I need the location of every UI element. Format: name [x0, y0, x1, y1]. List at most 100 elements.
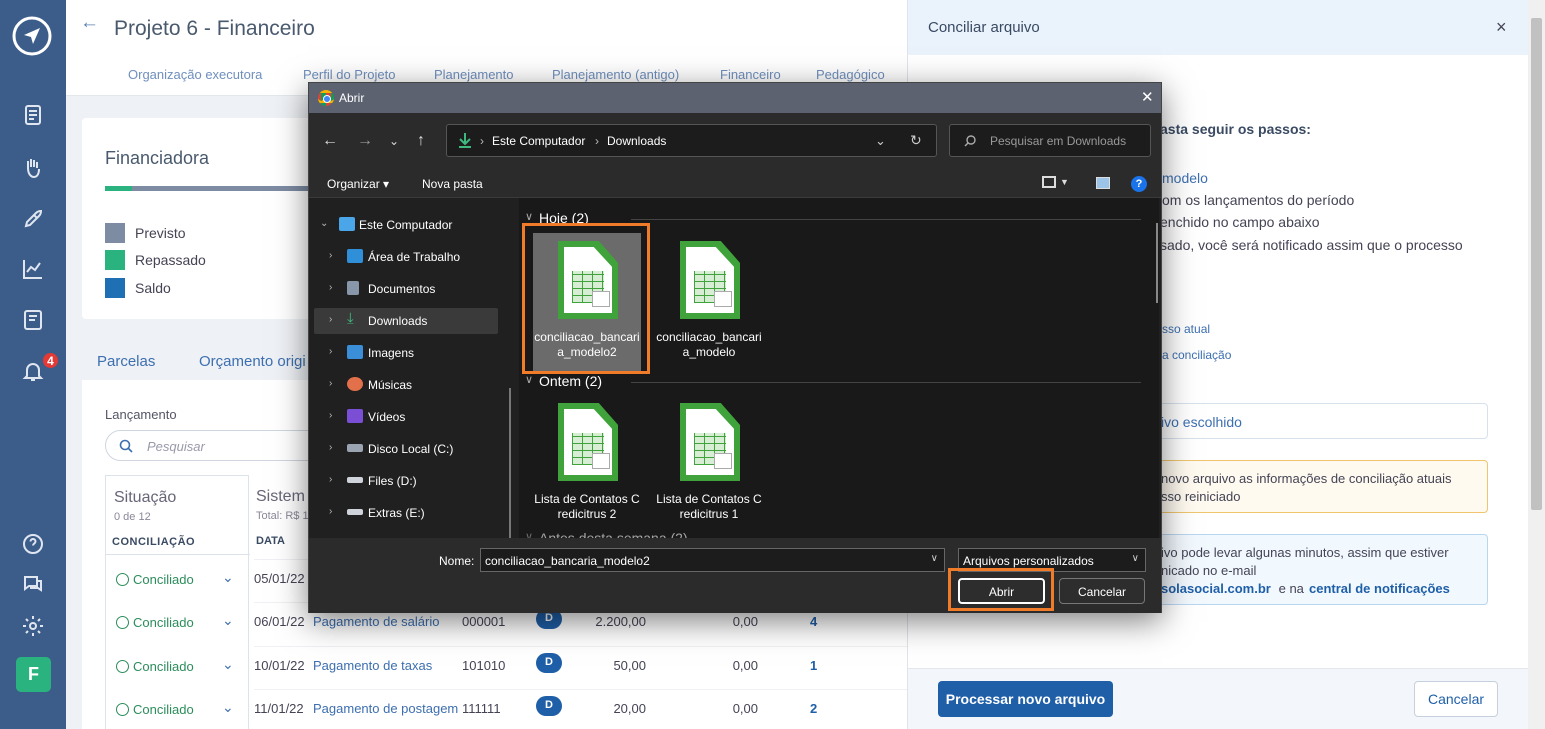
- tree-item-extras-e[interactable]: › Extras (E:): [309, 500, 515, 526]
- dialog-footer: Nome: conciliacao_bancaria_modelo2 Arqui…: [309, 538, 1161, 613]
- process-file-button[interactable]: Processar novo arquivo: [938, 681, 1113, 717]
- back-arrow-icon[interactable]: ←: [80, 12, 99, 34]
- gear-icon[interactable]: [19, 612, 47, 640]
- open-file-dialog: Abrir ✕ ← → ⌄ ↑ › Este Computador › Down…: [308, 82, 1162, 613]
- step-sub-2: a conciliação: [1162, 348, 1232, 362]
- email-link[interactable]: solasocial.com.br: [1161, 581, 1271, 596]
- tree-item-este-computador[interactable]: ⌄ Este Computador: [309, 212, 515, 238]
- cancel-button[interactable]: Cancelar: [1414, 681, 1498, 717]
- download-model-link[interactable]: modelo: [1162, 170, 1208, 186]
- tree-item-downloads[interactable]: › ⤓ Downloads: [314, 308, 498, 334]
- notifications-link[interactable]: central de notificações: [1309, 581, 1450, 596]
- page-scrollbar[interactable]: [1528, 0, 1545, 729]
- tab-parcelas[interactable]: Parcelas: [97, 353, 155, 370]
- group-ontem[interactable]: Ontem (2): [525, 373, 602, 389]
- file-item[interactable]: conciliacao_bancaria_modelo2: [533, 233, 641, 373]
- tab-planejamento-antigo[interactable]: Planejamento (antigo): [552, 67, 679, 82]
- step-sub-1: sso atual: [1162, 322, 1211, 336]
- recent-dropdown-icon[interactable]: ⌄: [389, 134, 399, 148]
- drive-c-icon: [347, 444, 363, 452]
- chevron-down-icon[interactable]: ⌄: [222, 656, 234, 673]
- dialog-title: Abrir: [339, 91, 365, 105]
- check-circle-icon: [116, 660, 129, 673]
- dialog-search-input[interactable]: Pesquisar em Downloads: [949, 124, 1151, 157]
- info-box: ivo pode levar algunas minutos, assim qu…: [1140, 534, 1488, 605]
- book-icon[interactable]: [19, 306, 47, 334]
- tree-item-disco-c[interactable]: › Disco Local (C:): [309, 436, 515, 462]
- tree-item-area-de-trabalho[interactable]: › Área de Trabalho: [309, 244, 515, 270]
- tab-pedagogico[interactable]: Pedagógico: [816, 67, 885, 82]
- organize-button[interactable]: Organizar ▾: [327, 177, 389, 191]
- page-title: Projeto 6 - Financeiro: [114, 17, 315, 40]
- table-row[interactable]: 11/01/22 Pagamento de postagem 111111 D 20,0…: [254, 689, 907, 729]
- refresh-icon[interactable]: ↻: [910, 132, 922, 149]
- status-row[interactable]: Conciliado ⌄: [112, 690, 244, 729]
- status-row[interactable]: Conciliado ⌄: [112, 560, 244, 600]
- preview-pane-icon[interactable]: [1096, 177, 1110, 189]
- back-icon[interactable]: ←: [322, 132, 338, 150]
- forward-icon[interactable]: →: [357, 132, 373, 150]
- file-item[interactable]: conciliacao_bancaria_modelo: [655, 233, 763, 373]
- side-panel-header: Conciliar arquivo ×: [908, 0, 1529, 55]
- dialog-navigation: ← → ⌄ ↑ › Este Computador › Downloads ⌄ …: [309, 113, 1161, 169]
- new-folder-button[interactable]: Nova pasta: [422, 177, 483, 191]
- filetype-select[interactable]: Arquivos personalizados: [958, 548, 1146, 572]
- rocket-icon[interactable]: [19, 205, 47, 233]
- tree-item-documentos[interactable]: › Documentos: [309, 276, 515, 302]
- tree-item-videos[interactable]: › Vídeos: [309, 404, 515, 430]
- file-item[interactable]: Lista de Contatos Credicitrus 1: [655, 395, 763, 535]
- status-row[interactable]: Conciliado ⌄: [112, 603, 244, 643]
- downloads-icon: ⤓: [347, 310, 354, 327]
- folder-tree: ⌄ Este Computador › Área de Trabalho › Docu…: [309, 198, 515, 553]
- chevron-down-icon[interactable]: ⌄: [222, 612, 234, 629]
- tab-orcamento[interactable]: Orçamento origi: [199, 353, 306, 370]
- search-input[interactable]: Pesquisar: [105, 430, 325, 461]
- view-icon[interactable]: [1042, 176, 1056, 188]
- address-bar[interactable]: › Este Computador › Downloads ⌄ ↻: [446, 124, 937, 157]
- up-icon[interactable]: ↑: [417, 132, 425, 150]
- dialog-cancel-button[interactable]: Cancelar: [1059, 578, 1145, 604]
- sistema-total: Total: R$ 1: [256, 510, 309, 522]
- side-panel-title: Conciliar arquivo: [928, 19, 1040, 36]
- situacao-panel: Situação 0 de 12 CONCILIAÇÃO Conciliado ⌄…: [105, 475, 250, 729]
- status-row[interactable]: Conciliado ⌄: [112, 647, 244, 687]
- help-icon[interactable]: ?: [1131, 176, 1147, 192]
- chat-icon[interactable]: [19, 570, 47, 598]
- tree-item-files-d[interactable]: › Files (D:): [309, 468, 515, 494]
- tree-item-musicas[interactable]: › Músicas: [309, 372, 515, 398]
- steps-heading: asta seguir os passos:: [1160, 121, 1311, 137]
- sistema-title: Sistem: [256, 488, 305, 505]
- tab-perfil-projeto[interactable]: Perfil do Projeto: [303, 67, 396, 82]
- hand-heart-icon[interactable]: [19, 154, 47, 182]
- view-dropdown-icon[interactable]: ▼: [1060, 177, 1069, 187]
- dialog-close-icon[interactable]: ✕: [1141, 88, 1154, 106]
- document-icon[interactable]: [19, 101, 47, 129]
- tab-organizacao-executora[interactable]: Organização executora: [128, 67, 262, 82]
- chart-line-icon[interactable]: [19, 255, 47, 283]
- chosen-file-box[interactable]: ivo escolhido: [1140, 403, 1488, 439]
- chevron-down-icon[interactable]: ⌄: [875, 133, 886, 149]
- tree-item-imagens[interactable]: › Imagens: [309, 340, 515, 366]
- tree-scrollbar[interactable]: [509, 388, 511, 553]
- avatar[interactable]: F: [16, 657, 51, 692]
- documents-icon: [347, 281, 359, 295]
- pictures-icon: [347, 345, 363, 359]
- path-este-computador[interactable]: Este Computador: [492, 134, 585, 148]
- path-downloads[interactable]: Downloads: [607, 134, 666, 148]
- files-scrollbar[interactable]: [1156, 223, 1158, 303]
- tab-financeiro[interactable]: Financeiro: [720, 67, 781, 82]
- group-hoje[interactable]: Hoje (2): [525, 210, 589, 226]
- spreadsheet-file-icon: [558, 241, 618, 319]
- chevron-down-icon[interactable]: ⌄: [222, 569, 234, 586]
- chevron-down-icon[interactable]: ⌄: [222, 699, 234, 716]
- table-row[interactable]: 10/01/22 Pagamento de taxas 101010 D 50,00 0,…: [254, 646, 907, 686]
- spreadsheet-file-icon: [558, 403, 618, 481]
- file-item[interactable]: Lista de Contatos Credicitrus 2: [533, 395, 641, 535]
- tab-planejamento[interactable]: Planejamento: [434, 67, 514, 82]
- help-icon[interactable]: [19, 530, 47, 558]
- open-button[interactable]: Abrir: [958, 578, 1045, 604]
- filename-input[interactable]: conciliacao_bancaria_modelo2: [480, 548, 945, 572]
- close-icon[interactable]: ×: [1496, 17, 1507, 38]
- group-antes[interactable]: Antes desta semana (2): [525, 530, 688, 538]
- app-logo-icon[interactable]: [11, 15, 53, 57]
